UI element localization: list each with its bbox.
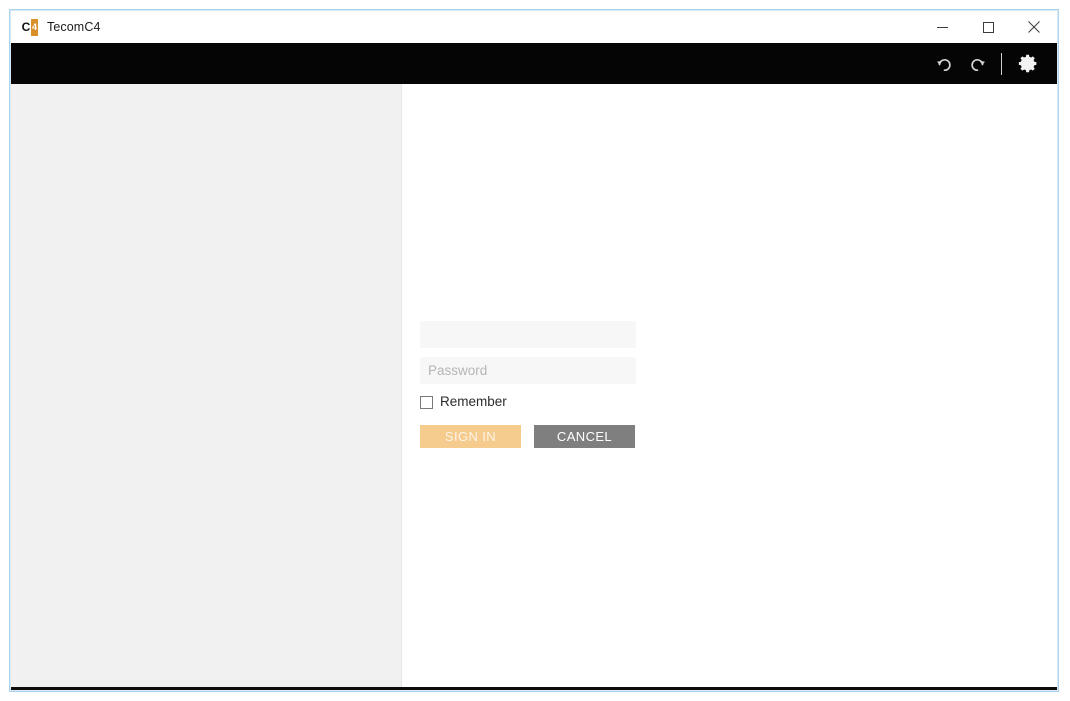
title-bar-left-group: C 4 TecomC4 [11,18,101,36]
undo-button[interactable] [927,47,961,81]
remember-checkbox[interactable] [420,395,433,409]
minimize-button[interactable] [919,11,965,43]
undo-icon [937,58,951,71]
settings-button[interactable] [1011,47,1045,81]
form-button-row: SIGN IN CANCEL [420,425,636,448]
maximize-icon [982,21,994,33]
maximize-button[interactable] [965,11,1011,43]
cancel-button[interactable]: CANCEL [534,425,635,448]
main-toolbar [11,43,1057,84]
redo-button[interactable] [961,47,995,81]
password-input[interactable] [420,357,636,384]
remember-label: Remember [440,394,507,409]
gear-icon [1018,54,1036,73]
username-input[interactable] [420,321,636,348]
redo-icon [971,58,985,71]
application-window: C 4 TecomC4 Password Remember SIGN IN CA… [9,9,1059,692]
app-icon-digit: 4 [31,18,38,36]
window-title: TecomC4 [47,20,101,34]
content-area: Remember SIGN IN CANCEL [11,84,1057,690]
close-icon [1028,21,1040,33]
sign-in-button[interactable]: SIGN IN [420,425,521,448]
app-icon-letter: C [21,18,31,36]
title-bar: C 4 TecomC4 [11,11,1057,43]
tecomc4-app-icon: C 4 [21,18,38,36]
window-controls [919,11,1057,43]
right-content-panel: Remember SIGN IN CANCEL [402,84,1057,687]
window-frame: C 4 TecomC4 Password Remember SIGN IN CA… [10,10,1058,691]
remember-row[interactable]: Remember [420,393,636,411]
login-form: Remember SIGN IN CANCEL [420,321,636,448]
close-button[interactable] [1011,11,1057,43]
toolbar-separator [1001,52,1002,75]
left-side-panel [11,84,402,687]
minimize-icon [936,26,948,28]
